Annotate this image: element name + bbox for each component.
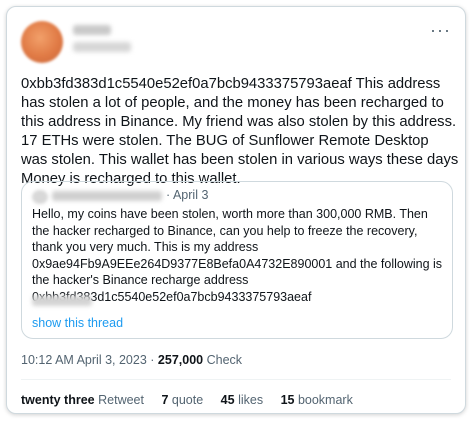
quoted-avatar: [32, 190, 48, 204]
blurred-display-name: [73, 25, 111, 35]
quotes-count: 7: [161, 393, 169, 407]
quoted-tweet[interactable]: · April 3 Hello, my coins have been stol…: [21, 181, 453, 339]
timestamp[interactable]: 10:12 AM April 3, 2023: [21, 353, 147, 367]
divider: [21, 379, 451, 380]
retweets-count: twenty three: [21, 393, 95, 407]
bookmarks-label: bookmark: [297, 393, 353, 407]
views-count: 257,000: [157, 353, 204, 367]
bookmarks-count: 15: [280, 393, 295, 407]
quoted-blurred-author: [52, 191, 162, 201]
engagement-stats: twenty three Retweet 7 quote 45 likes 15…: [21, 393, 367, 407]
retweets-stat[interactable]: twenty three Retweet: [21, 393, 147, 407]
quoted-text: Hello, my coins have been stolen, worth …: [32, 207, 443, 304]
tweet-meta: 10:12 AM April 3, 2023 · 257,000 Check: [21, 353, 242, 367]
blurred-username: [73, 42, 131, 52]
likes-count: 45: [220, 393, 235, 407]
quoted-blurred-line: [32, 296, 92, 306]
likes-stat[interactable]: 45 likes: [221, 393, 267, 407]
more-options-icon[interactable]: ···: [430, 21, 451, 39]
retweets-label: Retweet: [98, 393, 144, 407]
avatar[interactable]: [21, 21, 63, 63]
tweet-text: 0xbb3fd383d1c5540e52ef0a7bcb9433375793ae…: [21, 76, 459, 187]
quotes-stat[interactable]: 7 quote: [161, 393, 206, 407]
bookmarks-stat[interactable]: 15 bookmark: [281, 393, 353, 407]
views-label[interactable]: Check: [207, 353, 242, 367]
quotes-label: quote: [171, 393, 204, 407]
quoted-date-text: April 3: [172, 188, 209, 202]
quoted-date-separator: ·: [166, 188, 171, 202]
quoted-date: · April 3: [166, 188, 208, 202]
tweet-card: ··· 0xbb3fd383d1c5540e52ef0a7bcb94333757…: [6, 6, 466, 414]
meta-separator: ·: [150, 353, 155, 367]
likes-label: likes: [238, 393, 264, 407]
show-thread-link[interactable]: show this thread: [32, 316, 123, 330]
